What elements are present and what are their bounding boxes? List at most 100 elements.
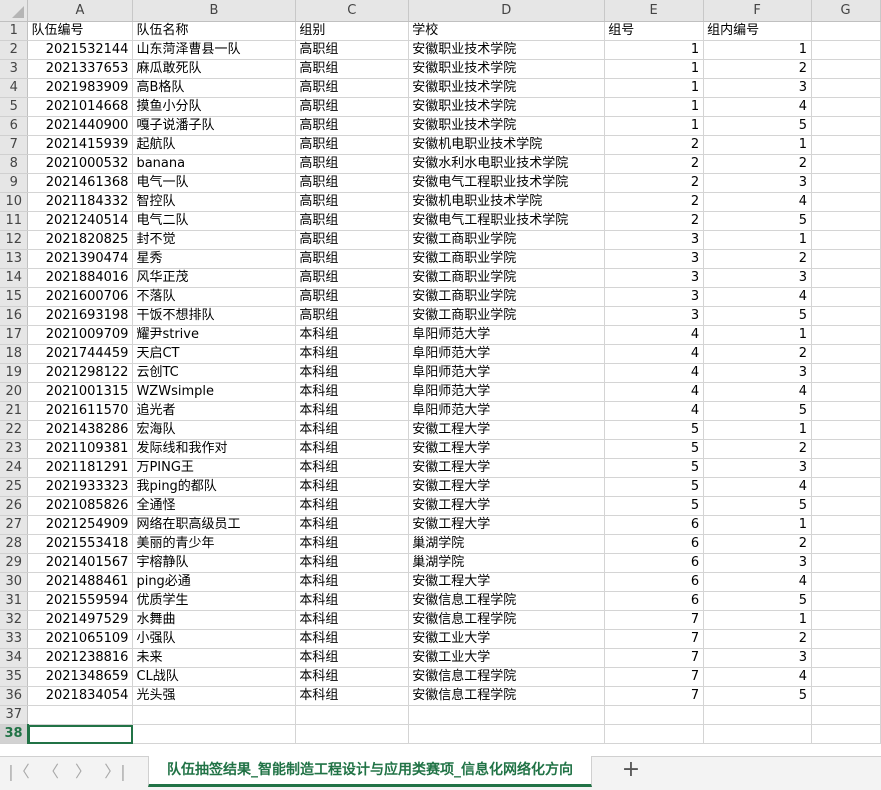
cell-a5[interactable]: 2021014668 bbox=[27, 97, 134, 117]
cell-e32[interactable]: 7 bbox=[604, 610, 705, 630]
cell-a30[interactable]: 2021488461 bbox=[27, 572, 134, 592]
cell-f38[interactable] bbox=[703, 724, 813, 744]
cell-b21[interactable]: 追光者 bbox=[132, 401, 297, 421]
cell-e11[interactable]: 2 bbox=[604, 211, 705, 231]
cell-c23[interactable]: 本科组 bbox=[295, 439, 410, 459]
cell-a32[interactable]: 2021497529 bbox=[27, 610, 134, 630]
cell-f19[interactable]: 3 bbox=[703, 363, 813, 383]
cell-d33[interactable]: 安徽工业大学 bbox=[408, 629, 606, 649]
cell-c31[interactable]: 本科组 bbox=[295, 591, 410, 611]
cell-f1[interactable]: 组内编号 bbox=[703, 21, 813, 41]
cell-c8[interactable]: 高职组 bbox=[295, 154, 410, 174]
row-header[interactable]: 35 bbox=[0, 667, 29, 687]
cell-b33[interactable]: 小强队 bbox=[132, 629, 297, 649]
cell-a1[interactable]: 队伍编号 bbox=[27, 21, 134, 41]
cell-b6[interactable]: 嘎子说潘子队 bbox=[132, 116, 297, 136]
cell-c6[interactable]: 高职组 bbox=[295, 116, 410, 136]
cell-f13[interactable]: 2 bbox=[703, 249, 813, 269]
cell-b23[interactable]: 发际线和我作对 bbox=[132, 439, 297, 459]
cell-d21[interactable]: 阜阳师范大学 bbox=[408, 401, 606, 421]
cell-g2[interactable] bbox=[811, 40, 881, 60]
cell-a6[interactable]: 2021440900 bbox=[27, 116, 134, 136]
cell-c21[interactable]: 本科组 bbox=[295, 401, 410, 421]
cell-c11[interactable]: 高职组 bbox=[295, 211, 410, 231]
row-header[interactable]: 16 bbox=[0, 306, 29, 326]
cell-d10[interactable]: 安徽机电职业技术学院 bbox=[408, 192, 606, 212]
cell-d7[interactable]: 安徽机电职业技术学院 bbox=[408, 135, 606, 155]
cell-a28[interactable]: 2021553418 bbox=[27, 534, 134, 554]
cell-g34[interactable] bbox=[811, 648, 881, 668]
row-header[interactable]: 26 bbox=[0, 496, 29, 516]
cell-f25[interactable]: 4 bbox=[703, 477, 813, 497]
cell-c9[interactable]: 高职组 bbox=[295, 173, 410, 193]
cell-b34[interactable]: 未来 bbox=[132, 648, 297, 668]
row-header[interactable]: 7 bbox=[0, 135, 29, 155]
cell-a26[interactable]: 2021085826 bbox=[27, 496, 134, 516]
cell-d22[interactable]: 安徽工程大学 bbox=[408, 420, 606, 440]
cell-f35[interactable]: 4 bbox=[703, 667, 813, 687]
cell-b29[interactable]: 宇榕静队 bbox=[132, 553, 297, 573]
cell-f17[interactable]: 1 bbox=[703, 325, 813, 345]
cell-b3[interactable]: 麻瓜敢死队 bbox=[132, 59, 297, 79]
cell-a23[interactable]: 2021109381 bbox=[27, 439, 134, 459]
row-header[interactable]: 8 bbox=[0, 154, 29, 174]
cell-g18[interactable] bbox=[811, 344, 881, 364]
cell-d8[interactable]: 安徽水利水电职业技术学院 bbox=[408, 154, 606, 174]
row-header[interactable]: 19 bbox=[0, 363, 29, 383]
cell-c2[interactable]: 高职组 bbox=[295, 40, 410, 60]
cell-c28[interactable]: 本科组 bbox=[295, 534, 410, 554]
cell-e36[interactable]: 7 bbox=[604, 686, 705, 706]
cell-b17[interactable]: 耀尹strive bbox=[132, 325, 297, 345]
cell-c3[interactable]: 高职组 bbox=[295, 59, 410, 79]
cell-b15[interactable]: 不落队 bbox=[132, 287, 297, 307]
row-header[interactable]: 21 bbox=[0, 401, 29, 421]
cell-e29[interactable]: 6 bbox=[604, 553, 705, 573]
cell-e31[interactable]: 6 bbox=[604, 591, 705, 611]
cell-d24[interactable]: 安徽工程大学 bbox=[408, 458, 606, 478]
row-header[interactable]: 2 bbox=[0, 40, 29, 60]
cell-g27[interactable] bbox=[811, 515, 881, 535]
column-header-a[interactable]: A bbox=[27, 0, 134, 22]
cell-g26[interactable] bbox=[811, 496, 881, 516]
cell-e25[interactable]: 5 bbox=[604, 477, 705, 497]
cell-e33[interactable]: 7 bbox=[604, 629, 705, 649]
cell-a19[interactable]: 2021298122 bbox=[27, 363, 134, 383]
cell-e12[interactable]: 3 bbox=[604, 230, 705, 250]
cell-b4[interactable]: 高B格队 bbox=[132, 78, 297, 98]
cell-e18[interactable]: 4 bbox=[604, 344, 705, 364]
cell-c4[interactable]: 高职组 bbox=[295, 78, 410, 98]
column-header-c[interactable]: C bbox=[295, 0, 410, 22]
cell-b37[interactable] bbox=[132, 705, 297, 725]
cell-a37[interactable] bbox=[27, 705, 134, 725]
cell-b36[interactable]: 光头强 bbox=[132, 686, 297, 706]
cell-g10[interactable] bbox=[811, 192, 881, 212]
cell-g29[interactable] bbox=[811, 553, 881, 573]
cell-b20[interactable]: WZWsimple bbox=[132, 382, 297, 402]
row-header[interactable]: 11 bbox=[0, 211, 29, 231]
next-sheet-icon[interactable]: 〉 bbox=[72, 760, 94, 784]
cell-e2[interactable]: 1 bbox=[604, 40, 705, 60]
cell-g4[interactable] bbox=[811, 78, 881, 98]
column-header-f[interactable]: F bbox=[703, 0, 813, 22]
cell-g9[interactable] bbox=[811, 173, 881, 193]
cell-f12[interactable]: 1 bbox=[703, 230, 813, 250]
cell-g12[interactable] bbox=[811, 230, 881, 250]
cell-c37[interactable] bbox=[295, 705, 410, 725]
cell-c24[interactable]: 本科组 bbox=[295, 458, 410, 478]
row-header[interactable]: 28 bbox=[0, 534, 29, 554]
cell-a13[interactable]: 2021390474 bbox=[27, 249, 134, 269]
cell-e24[interactable]: 5 bbox=[604, 458, 705, 478]
cell-c5[interactable]: 高职组 bbox=[295, 97, 410, 117]
cell-c17[interactable]: 本科组 bbox=[295, 325, 410, 345]
cell-b9[interactable]: 电气一队 bbox=[132, 173, 297, 193]
cell-e34[interactable]: 7 bbox=[604, 648, 705, 668]
cell-e3[interactable]: 1 bbox=[604, 59, 705, 79]
cell-e7[interactable]: 2 bbox=[604, 135, 705, 155]
cell-d25[interactable]: 安徽工程大学 bbox=[408, 477, 606, 497]
row-header[interactable]: 23 bbox=[0, 439, 29, 459]
cell-f24[interactable]: 3 bbox=[703, 458, 813, 478]
cell-c10[interactable]: 高职组 bbox=[295, 192, 410, 212]
row-header[interactable]: 20 bbox=[0, 382, 29, 402]
cell-f15[interactable]: 4 bbox=[703, 287, 813, 307]
cell-f18[interactable]: 2 bbox=[703, 344, 813, 364]
